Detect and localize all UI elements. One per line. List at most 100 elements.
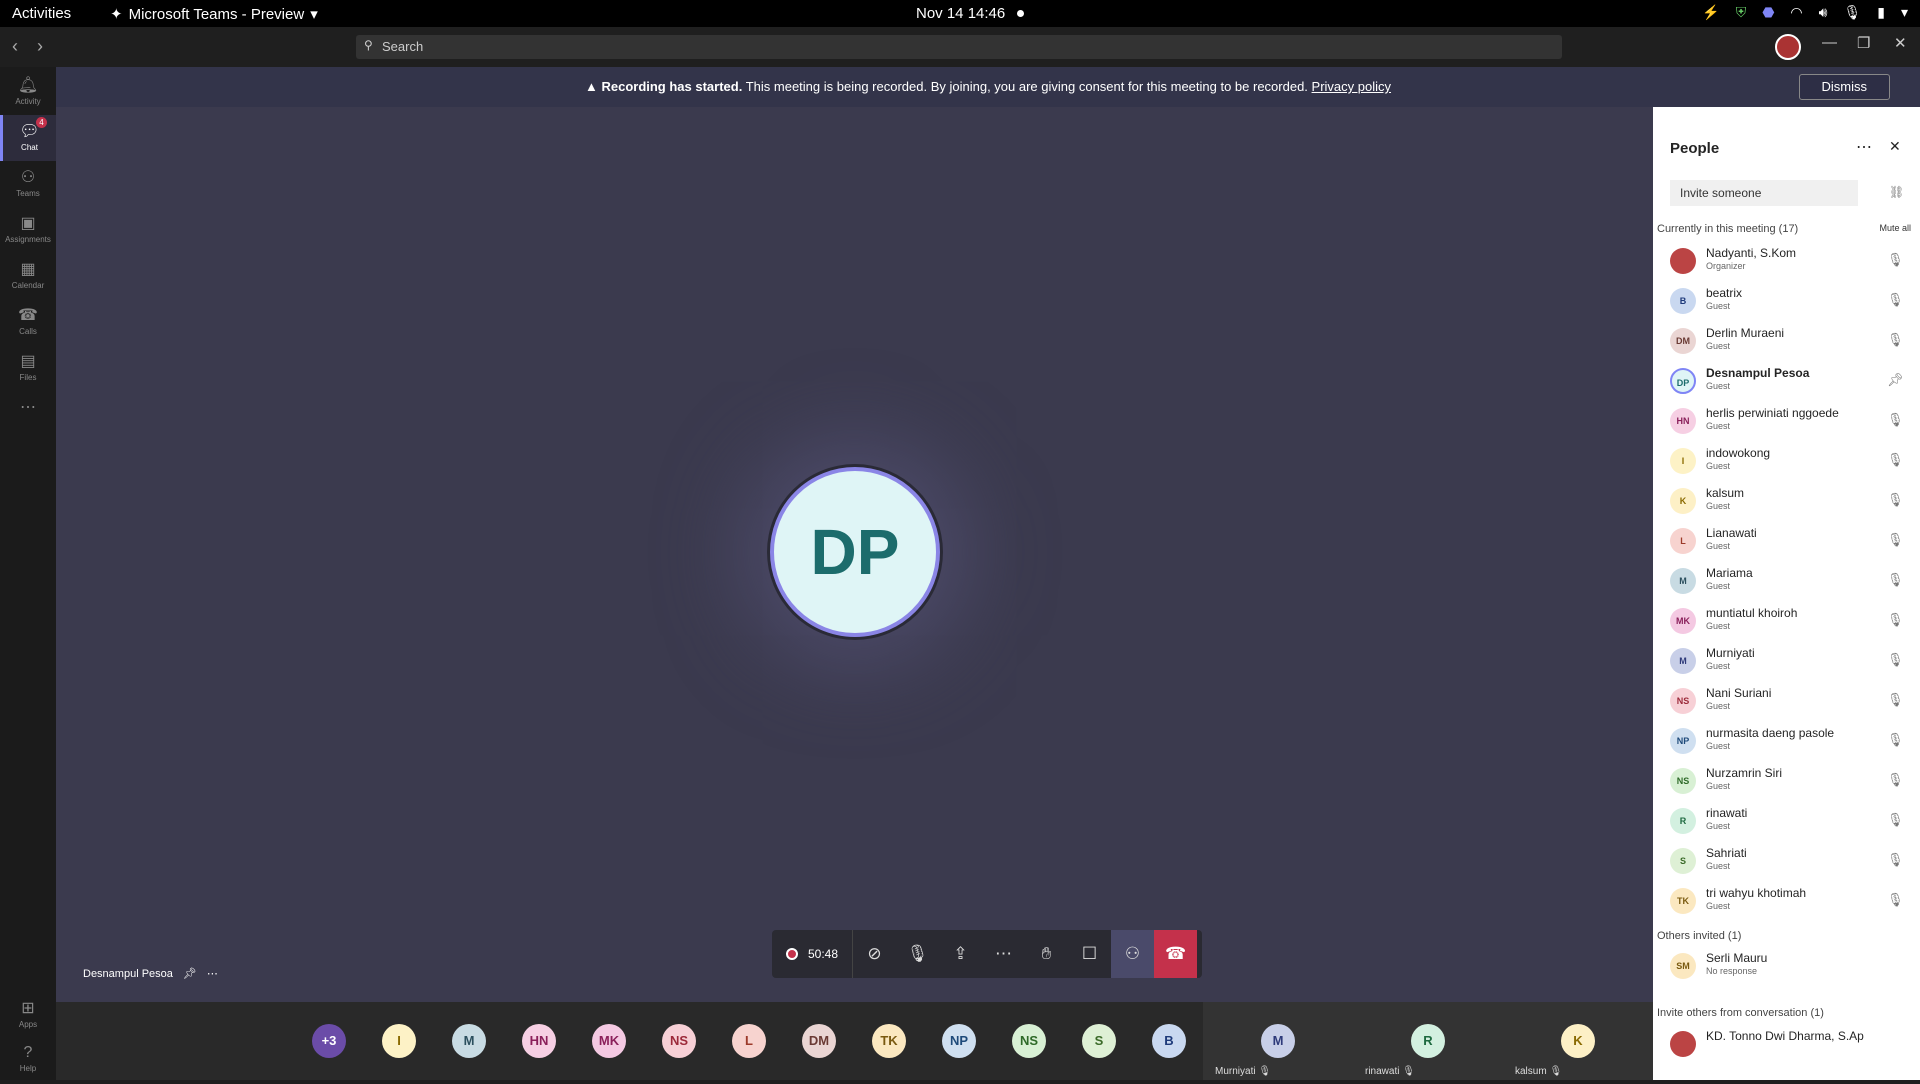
mic-off-icon[interactable]: 🎙︎: [1887, 412, 1904, 428]
participant-thumbnail[interactable]: +3: [312, 1024, 346, 1058]
rail-item-calls[interactable]: ☎︎ Calls: [0, 299, 56, 345]
more-actions-icon[interactable]: ⋯: [982, 930, 1025, 978]
volume-icon[interactable]: 🔊︎: [1819, 4, 1828, 21]
participant-row[interactable]: KD. Tonno Dwi Dharma, S.Ap: [1653, 1025, 1920, 1065]
mic-off-icon[interactable]: 🎙︎: [1887, 612, 1904, 628]
participant-thumbnail[interactable]: NS: [662, 1024, 696, 1058]
participant-row[interactable]: TK tri wahyu khotimah Guest 🎙︎: [1653, 882, 1920, 922]
participant-thumbnail[interactable]: B: [1152, 1024, 1186, 1058]
minimize-icon[interactable]: —: [1822, 34, 1837, 51]
power-icon[interactable]: ⚡: [1702, 4, 1719, 21]
participant-row[interactable]: NS Nurzamrin Siri Guest 🎙︎: [1653, 762, 1920, 802]
section-others-invited[interactable]: Others invited (1): [1657, 930, 1917, 942]
participant-row[interactable]: HN herlis perwiniati nggoede Guest 🎙︎: [1653, 402, 1920, 442]
search-input[interactable]: ⚲ Search: [356, 35, 1562, 59]
participant-thumbnail[interactable]: S: [1082, 1024, 1116, 1058]
participant-thumbnail[interactable]: MK: [592, 1024, 626, 1058]
participant-row[interactable]: MK muntiatul khoiroh Guest 🎙︎: [1653, 602, 1920, 642]
participant-thumbnail[interactable]: NP: [942, 1024, 976, 1058]
mic-off-icon[interactable]: 🎙︎: [1887, 692, 1904, 708]
participant-row[interactable]: NP nurmasita daeng pasole Guest 🎙︎: [1653, 722, 1920, 762]
rail-item-more[interactable]: ⋯: [0, 391, 56, 437]
share-screen-icon[interactable]: ⇪: [939, 930, 982, 978]
rail-item-help[interactable]: ? Help: [0, 1038, 56, 1084]
mic-off-icon[interactable]: 🎙︎: [1887, 332, 1904, 348]
wifi-icon[interactable]: ◠: [1790, 4, 1802, 21]
profile-avatar[interactable]: [1775, 34, 1801, 60]
participant-thumbnail[interactable]: TK: [872, 1024, 906, 1058]
participant-thumbnail[interactable]: HN: [522, 1024, 556, 1058]
participants-icon[interactable]: ⚇: [1111, 930, 1155, 978]
rail-item-files[interactable]: ▤ Files: [0, 345, 56, 391]
mic-off-icon[interactable]: 🎙︎: [1887, 772, 1904, 788]
participant-row[interactable]: S Sahriati Guest 🎙︎: [1653, 842, 1920, 882]
participant-tile[interactable]: M Murniyati 🎙︎: [1203, 1002, 1353, 1080]
rail-item-activity[interactable]: 🔔︎ Activity: [0, 69, 56, 115]
participant-tile[interactable]: Rrinawati 🎙︎: [1353, 1002, 1503, 1080]
participant-row[interactable]: SM Serli Mauru No response: [1653, 947, 1920, 987]
share-link-icon[interactable]: ⛓: [1889, 185, 1904, 199]
pin-icon[interactable]: 📌︎: [1887, 372, 1904, 388]
participant-thumbnail[interactable]: DM: [802, 1024, 836, 1058]
chevron-down-icon[interactable]: ▾: [1901, 4, 1908, 21]
mic-off-icon[interactable]: 🎙︎: [1887, 252, 1904, 268]
rail-item-chat[interactable]: 💬︎ Chat 4: [0, 115, 56, 161]
back-icon[interactable]: ‹: [12, 36, 18, 57]
more-options-icon[interactable]: ⋯: [207, 967, 218, 980]
hang-up-button[interactable]: ☎︎: [1154, 930, 1198, 978]
rail-item-teams[interactable]: ⚇ Teams: [0, 161, 56, 207]
privacy-policy-link[interactable]: Privacy policy: [1312, 79, 1391, 94]
participant-thumbnail[interactable]: M: [452, 1024, 486, 1058]
mic-off-icon[interactable]: 🎙︎: [1887, 572, 1904, 588]
raise-hand-icon[interactable]: ✋︎: [1025, 930, 1068, 978]
participant-row[interactable]: Kkalsum Guest 🎙︎: [1653, 482, 1920, 522]
participant-row[interactable]: Iindowokong Guest 🎙︎: [1653, 442, 1920, 482]
activities-button[interactable]: Activities: [12, 5, 71, 22]
participant-row[interactable]: DM Derlin Muraeni Guest 🎙︎: [1653, 322, 1920, 362]
mic-off-icon[interactable]: 🎙︎: [1887, 732, 1904, 748]
chat-icon[interactable]: ☐: [1068, 930, 1111, 978]
participant-row[interactable]: Rrinawati Guest 🎙︎: [1653, 802, 1920, 842]
section-in-meeting[interactable]: Currently in this meeting (17) Mute all: [1657, 223, 1917, 235]
rail-item-assignments[interactable]: ▣ Assignments: [0, 207, 56, 253]
pin-icon[interactable]: 📌︎: [183, 967, 197, 980]
mic-off-icon[interactable]: 🎙︎: [1887, 812, 1904, 828]
restore-icon[interactable]: ❐: [1857, 34, 1870, 52]
mic-off-icon[interactable]: 🎙︎: [1887, 892, 1904, 908]
participant-row[interactable]: DP Desnampul Pesoa Guest 📌︎: [1653, 362, 1920, 402]
close-icon[interactable]: ✕: [1894, 34, 1907, 52]
participant-row[interactable]: M Murniyati Guest 🎙︎: [1653, 642, 1920, 682]
shield-icon[interactable]: ⛨: [1736, 4, 1747, 21]
forward-icon[interactable]: ›: [37, 36, 43, 57]
mic-off-icon[interactable]: 🎙︎: [896, 930, 939, 978]
dismiss-button[interactable]: Dismiss: [1798, 74, 1890, 100]
microphone-icon[interactable]: 🎙︎: [1843, 4, 1861, 21]
battery-icon[interactable]: ▮: [1877, 4, 1885, 21]
app-menu[interactable]: ✦ Microsoft Teams - Preview ▾: [110, 5, 318, 24]
mic-off-icon[interactable]: 🎙︎: [1887, 452, 1904, 468]
mic-off-icon[interactable]: 🎙︎: [1887, 532, 1904, 548]
mute-all-button[interactable]: Mute all: [1879, 223, 1911, 233]
camera-off-icon[interactable]: ⊘: [853, 930, 896, 978]
participant-row[interactable]: NS Nani Suriani Guest 🎙︎: [1653, 682, 1920, 722]
teams-tray-icon[interactable]: ⬣: [1762, 4, 1774, 21]
participant-row[interactable]: M Mariama Guest 🎙︎: [1653, 562, 1920, 602]
more-options-icon[interactable]: ⋯: [1856, 137, 1872, 157]
participant-thumbnail[interactable]: L: [732, 1024, 766, 1058]
participant-row[interactable]: Nadyanti, S.Kom Organizer 🎙︎: [1653, 242, 1920, 282]
participant-thumbnail[interactable]: NS: [1012, 1024, 1046, 1058]
participant-tile[interactable]: Kkalsum 🎙︎: [1503, 1002, 1653, 1080]
invite-input[interactable]: Invite someone: [1670, 180, 1858, 206]
mic-off-icon[interactable]: 🎙︎: [1887, 292, 1904, 308]
mic-off-icon[interactable]: 🎙︎: [1887, 492, 1904, 508]
section-invite-from-conversation[interactable]: Invite others from conversation (1): [1657, 1007, 1917, 1019]
rail-item-apps[interactable]: ⊞ Apps: [0, 992, 56, 1038]
participant-thumbnail[interactable]: I: [382, 1024, 416, 1058]
mic-off-icon[interactable]: 🎙︎: [1887, 852, 1904, 868]
participant-row[interactable]: L Lianawati Guest 🎙︎: [1653, 522, 1920, 562]
participant-row[interactable]: Bbeatrix Guest 🎙︎: [1653, 282, 1920, 322]
rail-item-calendar[interactable]: ▦ Calendar: [0, 253, 56, 299]
mic-off-icon[interactable]: 🎙︎: [1887, 652, 1904, 668]
clock[interactable]: Nov 14 14:46: [916, 5, 1005, 22]
close-icon[interactable]: ✕: [1889, 138, 1901, 155]
